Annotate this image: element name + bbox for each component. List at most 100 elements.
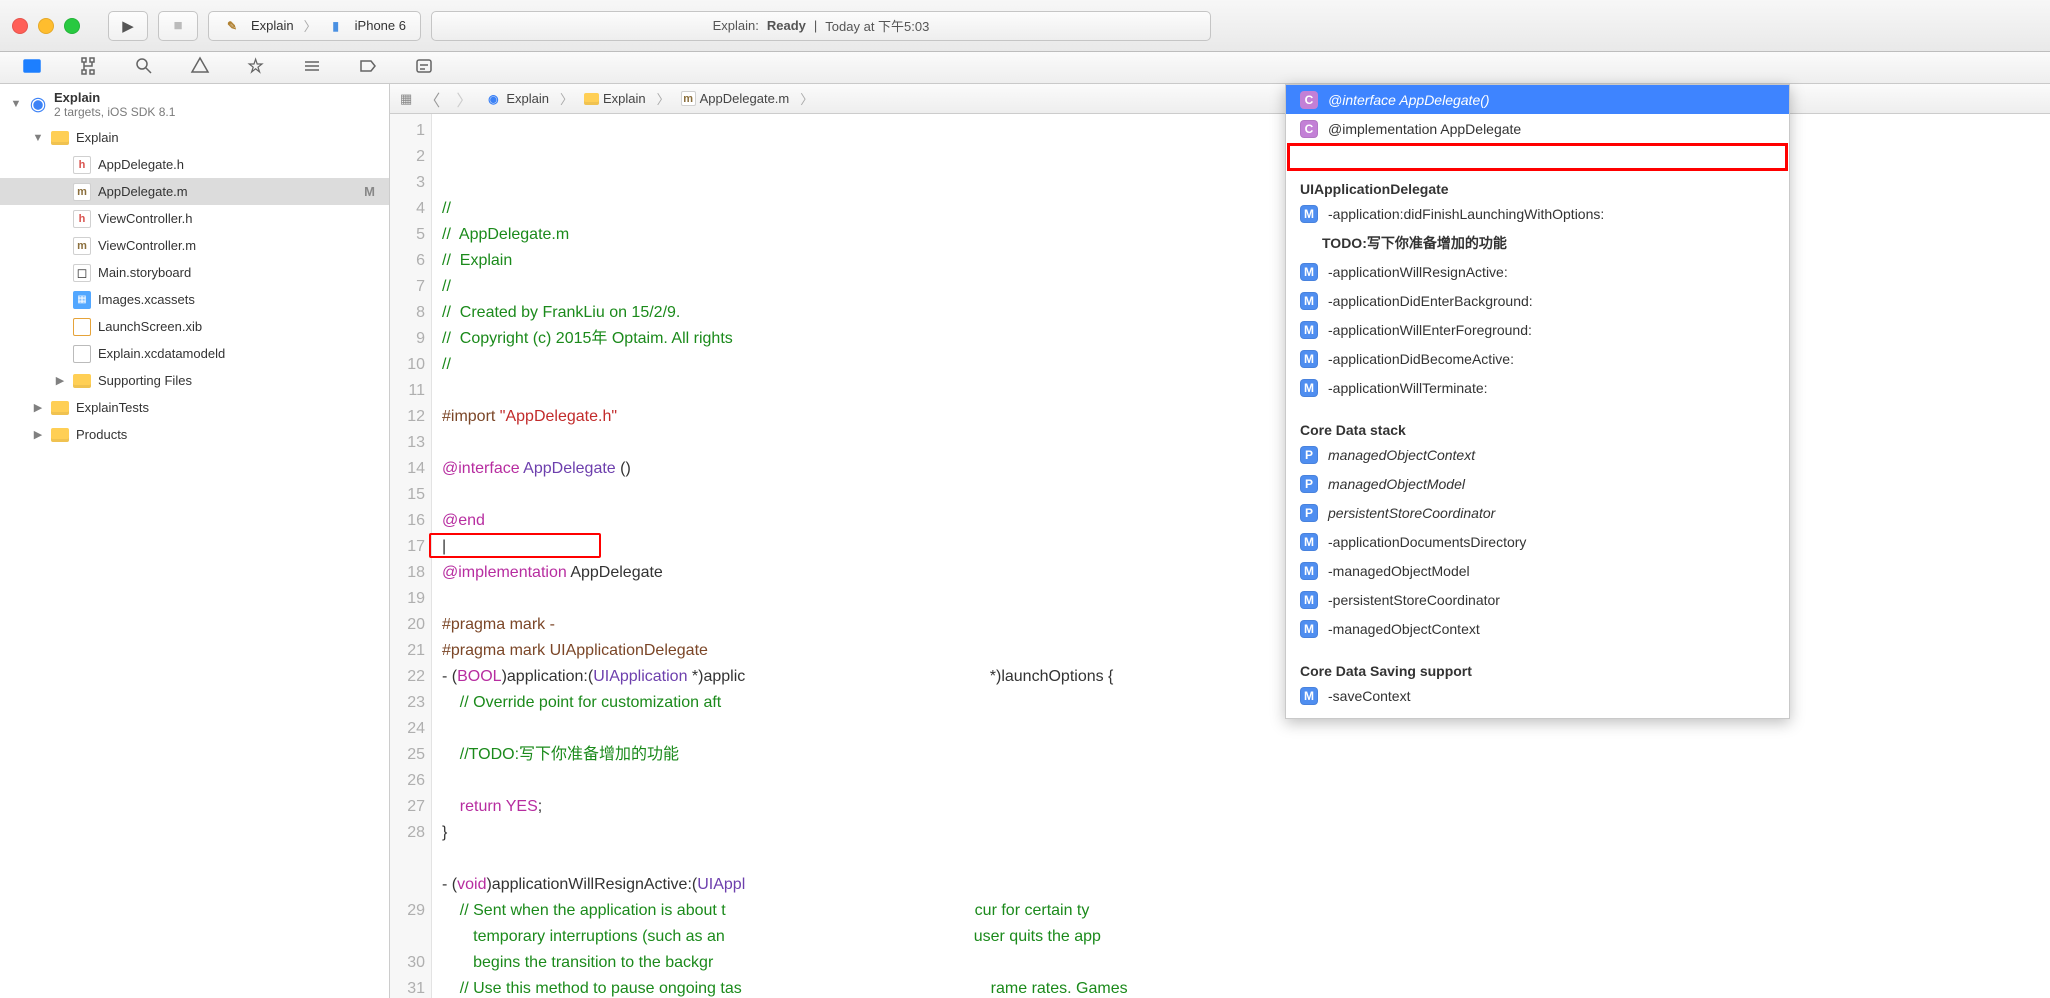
report-nav-icon[interactable] — [414, 56, 434, 79]
file-row[interactable]: ▦Images.xcassets — [0, 286, 389, 313]
stop-button[interactable]: ■ — [158, 11, 198, 41]
scm-status: M — [364, 184, 375, 199]
popup-item[interactable]: M-application:didFinishLaunchingWithOpti… — [1286, 199, 1789, 228]
scheme-selector[interactable]: ✎ Explain 〉 ▮ iPhone 6 — [208, 11, 421, 41]
file-icon — [50, 425, 70, 445]
forward-button[interactable]: 〉 — [452, 87, 476, 111]
crumb-project[interactable]: ◉ Explain — [484, 90, 549, 108]
popup-item[interactable]: M-applicationDidBecomeActive: — [1286, 344, 1789, 373]
file-label: Explain — [76, 130, 119, 145]
method-icon: M — [1300, 687, 1318, 705]
popup-item-label: @implementation AppDelegate — [1328, 121, 1521, 137]
class-icon: C — [1300, 120, 1318, 138]
disclosure-icon[interactable]: ▶ — [32, 428, 44, 441]
popup-item[interactable]: M -applicationDocumentsDirectory — [1286, 527, 1789, 556]
popup-item[interactable]: C @implementation AppDelegate — [1286, 114, 1789, 143]
project-icon: ◉ — [484, 90, 502, 108]
activity-viewer: Explain: Ready | Today at 下午5:03 — [431, 11, 1211, 41]
file-icon — [72, 344, 92, 364]
file-row[interactable]: LaunchScreen.xib — [0, 313, 389, 340]
popup-item-label: -applicationDidEnterBackground: — [1328, 293, 1533, 309]
highlight-annotation — [1287, 143, 1788, 171]
popup-item[interactable]: M-saveContext — [1286, 681, 1789, 710]
popup-item-label: -applicationDocumentsDirectory — [1328, 534, 1526, 550]
method-icon: M — [1300, 379, 1318, 397]
close-icon[interactable] — [12, 18, 28, 34]
popup-subtext: TODO:写下你准备增加的功能 — [1286, 228, 1789, 257]
symbol-popup[interactable]: C @interface AppDelegate() C @implementatio… — [1285, 84, 1790, 719]
popup-item[interactable]: M-applicationWillTerminate: — [1286, 373, 1789, 402]
method-icon: M — [1300, 321, 1318, 339]
crumb-file[interactable]: m AppDelegate.m — [681, 91, 790, 106]
related-items-icon[interactable]: ▦ — [400, 91, 412, 107]
method-icon: M — [1300, 562, 1318, 580]
popup-item-label: managedObjectModel — [1328, 476, 1465, 492]
file-row[interactable]: ▶ExplainTests — [0, 394, 389, 421]
disclosure-icon[interactable]: ▶ — [32, 401, 44, 414]
crumb-group[interactable]: Explain — [584, 91, 646, 106]
file-row[interactable]: hAppDelegate.h — [0, 151, 389, 178]
popup-item-label: -persistentStoreCoordinator — [1328, 592, 1500, 608]
breakpoint-nav-icon[interactable] — [358, 56, 378, 79]
disclosure-icon[interactable]: ▼ — [10, 98, 22, 110]
method-icon: M — [1300, 620, 1318, 638]
method-icon: M — [1300, 533, 1318, 551]
method-icon: M — [1300, 591, 1318, 609]
popup-item-label: -managedObjectModel — [1328, 563, 1470, 579]
project-icon: ◉ — [28, 94, 48, 114]
popup-section-header: Core Data Saving support — [1286, 653, 1789, 681]
file-label: AppDelegate.h — [98, 157, 184, 172]
popup-item[interactable]: M -applicationWillResignActive: — [1286, 257, 1789, 286]
zoom-icon[interactable] — [64, 18, 80, 34]
test-nav-icon[interactable] — [246, 56, 266, 79]
popup-item[interactable]: M-applicationWillEnterForeground: — [1286, 315, 1789, 344]
property-icon: P — [1300, 475, 1318, 493]
line-gutter: 1234567891011121314151617181920212223242… — [390, 114, 432, 998]
issue-nav-icon[interactable] — [190, 56, 210, 79]
file-row[interactable]: ▶Products — [0, 421, 389, 448]
popup-item[interactable]: M -managedObjectModel — [1286, 556, 1789, 585]
code-editor[interactable]: 1234567891011121314151617181920212223242… — [390, 114, 2050, 998]
file-row[interactable]: Explain.xcdatamodeld — [0, 340, 389, 367]
symbol-nav-icon[interactable] — [78, 56, 98, 79]
file-row[interactable]: mViewController.m — [0, 232, 389, 259]
navigator-tabs — [0, 52, 2050, 84]
back-button[interactable]: 〈 — [420, 87, 444, 111]
file-icon: m — [72, 182, 92, 202]
file-label: AppDelegate.m — [98, 184, 188, 199]
file-row[interactable]: ◻Main.storyboard — [0, 259, 389, 286]
method-icon: M — [1300, 263, 1318, 281]
file-label: Explain.xcdatamodeld — [98, 346, 225, 361]
file-row[interactable]: hViewController.h — [0, 205, 389, 232]
find-nav-icon[interactable] — [134, 56, 154, 79]
file-icon — [50, 128, 70, 148]
popup-item-label: @interface AppDelegate() — [1328, 92, 1490, 108]
popup-item-label: -applicationWillResignActive: — [1328, 264, 1508, 280]
file-row[interactable]: m AppDelegate.m M — [0, 178, 389, 205]
run-button[interactable]: ▶ — [108, 11, 148, 41]
popup-item[interactable]: PmanagedObjectContext — [1286, 440, 1789, 469]
file-icon — [72, 317, 92, 337]
file-row[interactable]: ▶Supporting Files — [0, 367, 389, 394]
project-root[interactable]: ▼ ◉ Explain 2 targets, iOS SDK 8.1 — [0, 84, 389, 124]
project-nav-icon[interactable] — [22, 56, 42, 79]
debug-nav-icon[interactable] — [302, 56, 322, 79]
class-icon: C — [1300, 91, 1318, 109]
property-icon: P — [1300, 504, 1318, 522]
popup-item[interactable]: M-managedObjectContext — [1286, 614, 1789, 643]
status-sep: | — [814, 18, 817, 33]
file-icon: h — [72, 209, 92, 229]
scheme-app: Explain — [251, 18, 294, 33]
popup-item[interactable]: M-applicationDidEnterBackground: — [1286, 286, 1789, 315]
popup-item[interactable]: PpersistentStoreCoordinator — [1286, 498, 1789, 527]
popup-item[interactable]: PmanagedObjectModel — [1286, 469, 1789, 498]
file-row[interactable]: ▼ Explain — [0, 124, 389, 151]
popup-item[interactable]: C @interface AppDelegate() — [1286, 85, 1789, 114]
code-text[interactable]: //// AppDelegate.m// Explain//// Created… — [432, 114, 2050, 998]
project-meta: 2 targets, iOS SDK 8.1 — [54, 105, 175, 119]
scheme-separator: 〉 — [304, 16, 317, 35]
disclosure-icon[interactable]: ▼ — [32, 132, 44, 144]
disclosure-icon[interactable]: ▶ — [54, 374, 66, 387]
minimize-icon[interactable] — [38, 18, 54, 34]
popup-item[interactable]: M -persistentStoreCoordinator — [1286, 585, 1789, 614]
